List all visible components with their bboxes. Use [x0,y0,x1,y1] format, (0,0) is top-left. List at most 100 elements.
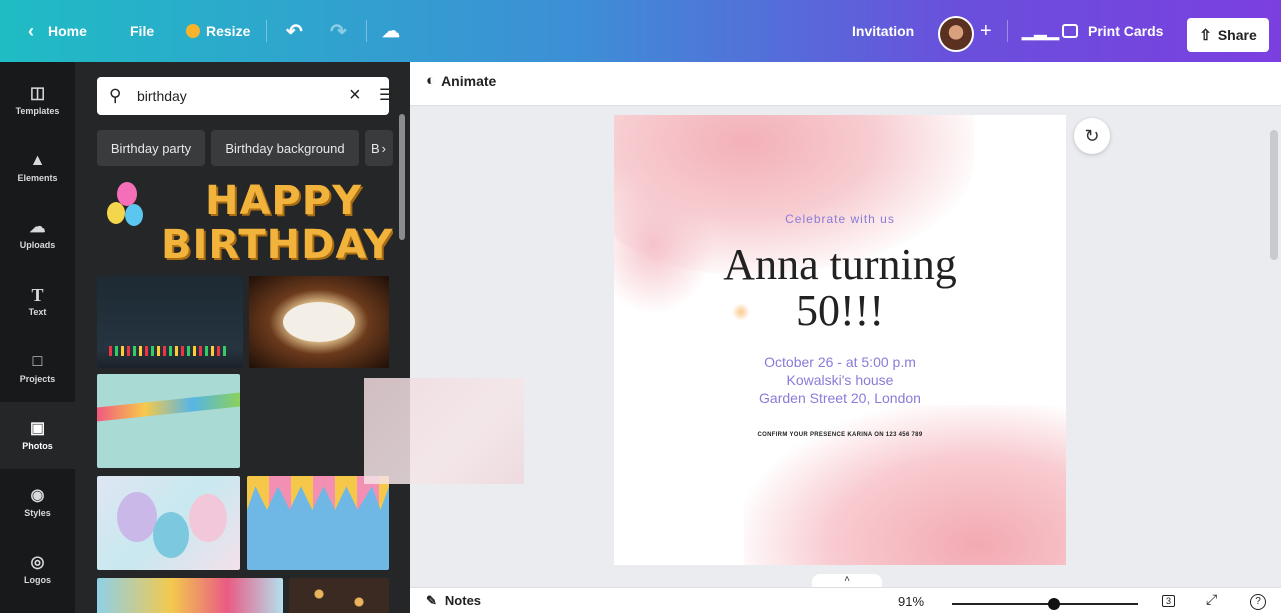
pages-icon: 3 [1162,595,1176,607]
expand-icon: ⤢ [1206,591,1218,607]
upload-icon: ☁ [29,218,46,236]
invitation-page[interactable]: Celebrate with us Anna turning 50!!! Oct… [614,115,1066,565]
rail-label: Elements [17,172,58,183]
elements-icon: ▲ [29,151,46,169]
photo-streamers[interactable] [97,578,283,613]
rail-item-logos[interactable]: ◎ Logos [0,536,75,603]
happy-birthday-graphic[interactable]: HAPPY BIRTHDAY [97,174,393,274]
candles-decor [109,346,229,356]
birthday-text: BIRTHDAY [161,222,393,268]
balloons-decor [117,492,157,542]
photo-bokeh[interactable] [289,578,389,613]
chip-label: Birthday party [110,140,192,156]
chip-label: Birthday background [225,140,345,156]
rail-item-projects[interactable]: □ Projects [0,335,75,402]
resize-label: Resize [206,23,251,39]
share-button[interactable]: ⇧ Share [1187,18,1269,52]
print-cards-button[interactable]: Print Cards [1062,0,1163,62]
panel-scrollbar[interactable] [399,114,405,240]
zoom-value[interactable]: 91% [898,594,924,609]
upload-share-icon: ⇧ [1199,27,1212,44]
filter-icon[interactable]: ☰ [379,85,393,105]
notes-button[interactable]: ✎ Notes [426,593,481,609]
photo-icon: ▣ [29,419,46,437]
ribbon-decor [97,392,240,422]
insights-button[interactable]: ▁▂▁ [1022,0,1059,62]
share-label: Share [1217,27,1257,43]
file-menu-button[interactable]: File [130,0,154,62]
photo-candles[interactable] [97,276,243,368]
heading-line-2: 50!!! [796,286,884,335]
print-cards-label: Print Cards [1088,23,1164,39]
add-collaborator-button[interactable]: + [980,0,992,62]
undo-button[interactable]: ↶ [286,0,303,62]
templates-icon: ◫ [29,84,46,102]
divider [266,20,267,42]
redo-button[interactable]: ↷ [330,0,347,62]
balloon-icon [107,202,125,224]
bar-chart-icon: ▁▂▁ [1022,23,1059,40]
clear-icon[interactable]: × [349,84,361,107]
zoom-slider-handle[interactable] [1048,598,1061,610]
show-pages-tab[interactable]: ˄ [812,574,882,588]
chip-more[interactable]: B › [365,130,393,166]
rail-label: Photos [22,440,53,451]
photo-balloons[interactable] [97,476,240,570]
bottom-bar: ✎ Notes 91% 3 ⤢ ? [410,587,1281,613]
zoom-slider[interactable] [952,603,1138,605]
regenerate-button[interactable]: ↻ [1074,118,1110,154]
rail-item-templates[interactable]: ◫ Templates [0,67,75,134]
rail-item-elements[interactable]: ▲ Elements [0,134,75,201]
crown-icon [186,24,200,38]
watercolor-bottom-decor [744,405,1066,565]
search-input[interactable] [137,85,317,107]
help-button[interactable]: ? [1250,591,1266,610]
chevron-left-icon: ‹ [28,20,34,41]
logo-icon: ◎ [30,553,45,571]
left-rail: ◫ Templates ▲ Elements ☁ Uploads T Text … [0,62,75,613]
chevron-right-icon: › [381,140,387,156]
home-button[interactable]: ‹ Home [28,0,87,62]
notes-icon: ✎ [426,593,437,608]
chip-birthday-party[interactable]: Birthday party [97,130,205,166]
rail-label: Templates [15,105,60,116]
dragged-image-preview[interactable] [364,378,524,484]
rail-label: Styles [24,507,51,518]
avatar[interactable] [938,16,974,52]
place-line: Kowalski's house [786,372,894,388]
balloons-decor [189,494,227,542]
rail-item-styles[interactable]: ◉ Styles [0,469,75,536]
chip-birthday-background[interactable]: Birthday background [211,130,359,166]
help-icon: ? [1250,594,1266,610]
cloud-check-icon: ☁ [382,20,400,41]
invitation-heading[interactable]: Anna turning 50!!! [614,242,1066,334]
redo-icon: ↷ [330,20,347,43]
event-details[interactable]: October 26 - at 5:00 p.m Kowalski's hous… [614,353,1066,407]
animate-icon: ◐ [426,72,436,89]
photo-bunting[interactable] [247,476,389,570]
rail-label: Logos [24,574,51,585]
canvas-vertical-scrollbar[interactable] [1270,130,1278,260]
plus-icon: + [980,19,992,42]
rsvp-text[interactable]: CONFIRM YOUR PRESENCE KARINA ON 123 456 … [614,432,1066,438]
rail-label: Uploads [19,239,56,250]
document-title[interactable]: Invitation [852,0,914,62]
animate-button[interactable]: ◐ Animate [426,72,496,89]
fullscreen-button[interactable]: ⤢ [1206,591,1217,608]
rail-item-photos[interactable]: ▣ Photos [0,402,75,469]
rail-item-uploads[interactable]: ☁ Uploads [0,201,75,268]
search-icon: ⚲ [109,86,122,105]
animate-label: Animate [441,72,497,89]
notes-label: Notes [444,593,482,608]
resize-button[interactable]: Resize [186,0,250,62]
photo-ribbons[interactable] [97,374,240,468]
divider [366,20,367,42]
rail-item-text[interactable]: T Text [0,268,75,335]
search-box[interactable]: ⚲ × ☰ [97,77,393,115]
home-label: Home [48,23,87,39]
photo-birthday-cake[interactable] [249,276,389,368]
top-bar: ‹ Home File Resize ↶ ↷ ☁ Invitation + ▁▂… [0,0,1281,62]
cloud-save-button[interactable]: ☁ [382,0,400,62]
celebrate-text[interactable]: Celebrate with us [614,212,1066,226]
page-count-button[interactable]: 3 [1162,591,1176,607]
